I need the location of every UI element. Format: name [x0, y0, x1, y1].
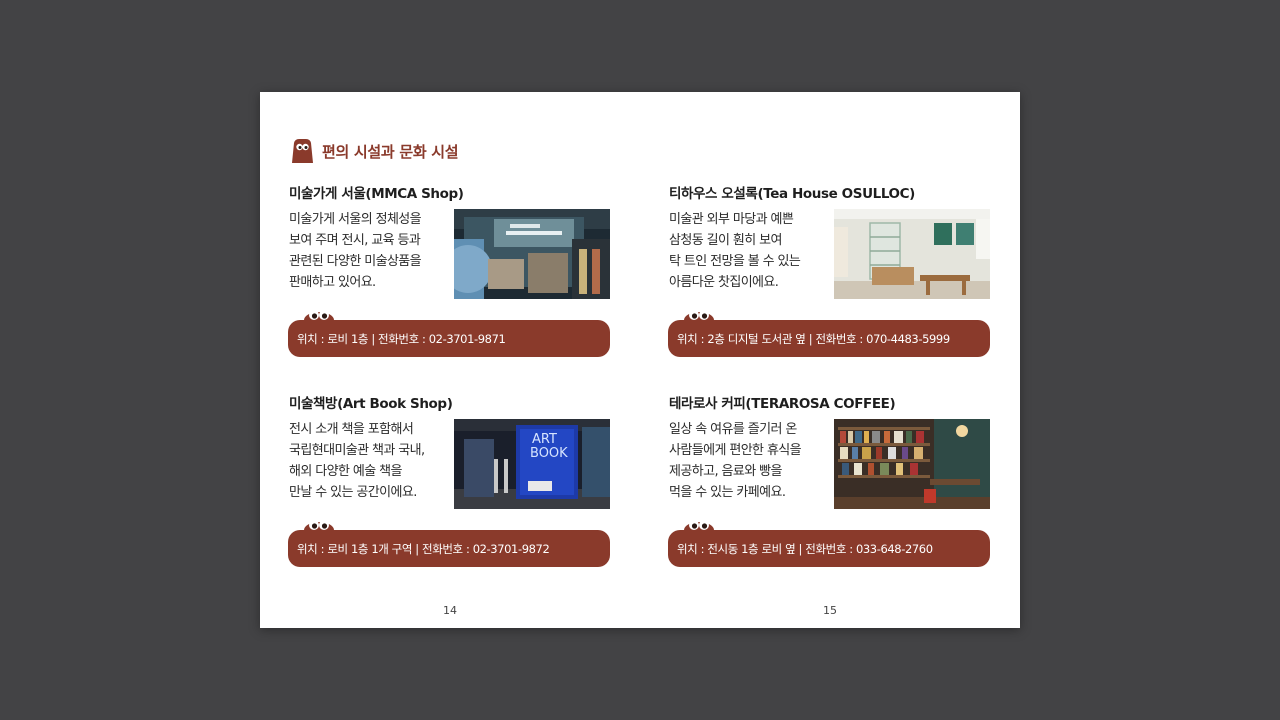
book-sign-text: BOOK	[530, 446, 568, 461]
card-title: 미술가게 서울(MMCA Shop)	[289, 186, 464, 202]
desc-line: 제공하고, 음료와 빵을	[669, 464, 782, 479]
page-number-right: 15	[823, 604, 837, 617]
desc-line: 일상 속 여유를 즐기러 온	[669, 422, 797, 437]
book-spread: 편의 시설과 문화 시설 미술가게 서울(MMCA Shop) 미술가게 서울의…	[260, 92, 1020, 628]
desc-line: 만날 수 있는 공간이에요.	[289, 485, 417, 500]
mmca-shop-photo	[454, 209, 610, 299]
desc-line: 전시 소개 책을 포함해서	[289, 422, 414, 437]
facility-card-tea-house: 티하우스 오설록(Tea House OSULLOC) 미술관 외부 마당과 예…	[668, 182, 992, 357]
mascot-icon	[292, 139, 313, 163]
card-description: 전시 소개 책을 포함해서 국립현대미술관 책과 국내, 해외 다양한 예술 책…	[289, 419, 449, 503]
location-phone-bar: 위치 : 로비 1층 1개 구역 | 전화번호 : 02-3701-9872	[288, 530, 610, 567]
desc-line: 국립현대미술관 책과 국내,	[289, 443, 425, 458]
tea-house-photo	[834, 209, 990, 299]
desc-line: 관련된 다양한 미술상품을	[289, 254, 422, 269]
desc-line: 미술가게 서울의 정체성을	[289, 212, 422, 227]
desc-line: 해외 다양한 예술 책을	[289, 464, 402, 479]
desc-line: 보여 주며 전시, 교육 등과	[289, 233, 421, 248]
facility-card-terarosa-coffee: 테라로사 커피(TERAROSA COFFEE) 일상 속 여유를 즐기러 온 …	[668, 392, 992, 567]
location-phone-text: 위치 : 로비 1층 | 전화번호 : 02-3701-9871	[297, 331, 506, 346]
art-sign-text: ART	[532, 432, 557, 447]
terarosa-photo	[834, 419, 990, 509]
section-heading: 편의 시설과 문화 시설	[288, 136, 459, 166]
desc-line: 먹을 수 있는 카페예요.	[669, 485, 786, 500]
location-phone-bar: 위치 : 2층 디지털 도서관 옆 | 전화번호 : 070-4483-5999	[668, 320, 990, 357]
card-title: 테라로사 커피(TERAROSA COFFEE)	[669, 396, 896, 412]
desc-line: 미술관 외부 마당과 예쁜	[669, 212, 794, 227]
desc-line: 사람들에게 편안한 휴식을	[669, 443, 802, 458]
desc-line: 판매하고 있어요.	[289, 275, 376, 290]
facility-card-mmca-shop: 미술가게 서울(MMCA Shop) 미술가게 서울의 정체성을 보여 주며 전…	[288, 182, 612, 357]
card-description: 미술가게 서울의 정체성을 보여 주며 전시, 교육 등과 관련된 다양한 미술…	[289, 209, 449, 293]
art-book-shop-photo: ART BOOK	[454, 419, 610, 509]
location-phone-text: 위치 : 2층 디지털 도서관 옆 | 전화번호 : 070-4483-5999	[677, 331, 950, 346]
location-phone-text: 위치 : 전시동 1층 로비 옆 | 전화번호 : 033-648-2760	[677, 541, 933, 556]
section-title: 편의 시설과 문화 시설	[322, 142, 459, 161]
card-title: 티하우스 오설록(Tea House OSULLOC)	[669, 186, 915, 202]
location-phone-bar: 위치 : 로비 1층 | 전화번호 : 02-3701-9871	[288, 320, 610, 357]
location-phone-text: 위치 : 로비 1층 1개 구역 | 전화번호 : 02-3701-9872	[297, 541, 550, 556]
facility-card-art-book-shop: 미술책방(Art Book Shop) 전시 소개 책을 포함해서 국립현대미술…	[288, 392, 612, 567]
card-title: 미술책방(Art Book Shop)	[289, 396, 453, 412]
page-number-left: 14	[443, 604, 457, 617]
card-description: 미술관 외부 마당과 예쁜 삼청동 길이 훤히 보여 탁 트인 전망을 볼 수 …	[669, 209, 829, 293]
desc-line: 아름다운 찻집이에요.	[669, 275, 779, 290]
location-phone-bar: 위치 : 전시동 1층 로비 옆 | 전화번호 : 033-648-2760	[668, 530, 990, 567]
desc-line: 삼청동 길이 훤히 보여	[669, 233, 782, 248]
card-description: 일상 속 여유를 즐기러 온 사람들에게 편안한 휴식을 제공하고, 음료와 빵…	[669, 419, 829, 503]
desc-line: 탁 트인 전망을 볼 수 있는	[669, 254, 801, 269]
